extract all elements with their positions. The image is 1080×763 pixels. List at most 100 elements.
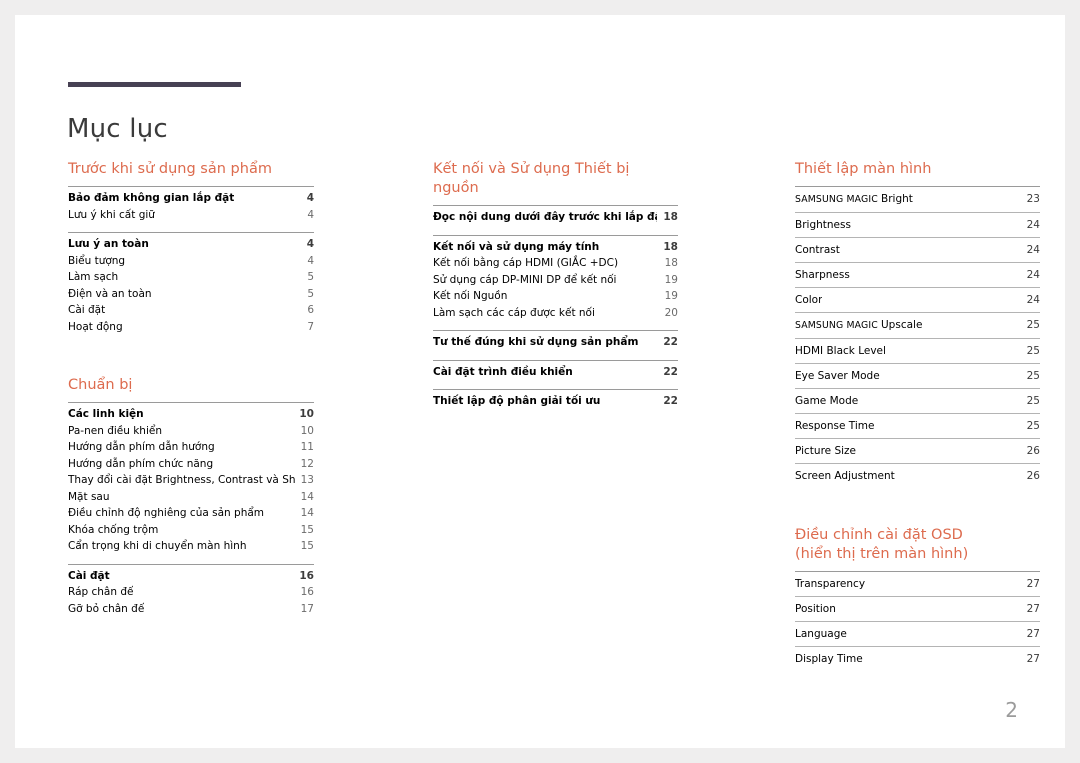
- toc-entry[interactable]: Sử dụng cáp DP-MINI DP để kết nối 19: [433, 272, 678, 289]
- toc-entry[interactable]: Mặt sau 14: [68, 489, 314, 506]
- toc-entry-page: 22: [663, 365, 678, 378]
- toc-entry-page: 12: [300, 457, 314, 470]
- toc-entry-page: 4: [306, 238, 314, 250]
- section-entries: Bảo đảm không gian lắp đặt 4 Lưu ý khi cất…: [68, 186, 314, 338]
- toc-entry-title: Tư thế đúng khi sử dụng sản phẩm: [433, 336, 639, 348]
- toc-entry[interactable]: Lưu ý an toàn 4: [68, 236, 314, 253]
- toc-entry[interactable]: Brightness 24: [795, 212, 1040, 237]
- toc-entry[interactable]: Contrast 24: [795, 237, 1040, 262]
- toc-entry-page: 27: [1026, 578, 1040, 590]
- toc-entry[interactable]: Hướng dẫn phím dẫn hướng 11: [68, 439, 314, 456]
- toc-entry-title: Mặt sau: [68, 490, 110, 503]
- toc-entry-page: 14: [300, 490, 314, 503]
- section-heading: Trước khi sử dụng sản phẩm: [68, 161, 272, 177]
- toc-entry-title: Brightness: [795, 219, 851, 231]
- toc-entry-title: Sử dụng cáp DP-MINI DP để kết nối: [433, 273, 617, 286]
- section-heading: Kết nối và Sử dụng Thiết bị nguồn: [433, 161, 630, 196]
- section-entries: Transparency 27 Position 27 Language 27 Displa…: [795, 571, 1040, 671]
- entry-group: Các linh kiện 10 Pa-nen điều khiển 10 Hướng …: [68, 402, 314, 558]
- toc-entry[interactable]: SAMSUNG MAGIC Upscale 25: [795, 312, 1040, 338]
- toc-entry[interactable]: Pa-nen điều khiển 10: [68, 423, 314, 440]
- toc-section: Chuẩn bị Các linh kiện 10 Pa-nen điều khiển…: [68, 376, 314, 620]
- toc-entry[interactable]: Làm sạch 5: [68, 269, 314, 286]
- toc-entry-title: Contrast: [795, 244, 840, 256]
- toc-entry[interactable]: Bảo đảm không gian lắp đặt 4: [68, 190, 314, 207]
- toc-entry-title: Ráp chân đế: [68, 586, 134, 598]
- toc-entry-page: 25: [1026, 420, 1040, 432]
- toc-entry[interactable]: Gỡ bỏ chân đế 17: [68, 601, 314, 618]
- toc-entry[interactable]: Color 24: [795, 287, 1040, 312]
- toc-entry[interactable]: Sharpness 24: [795, 262, 1040, 287]
- toc-entry-title: Làm sạch các cáp được kết nối: [433, 306, 595, 319]
- toc-column-2: Kết nối và Sử dụng Thiết bị nguồn Đọc nội…: [433, 160, 678, 413]
- toc-entry[interactable]: Screen Adjustment 26: [795, 463, 1040, 488]
- entry-group: Transparency 27 Position 27 Language 27 Displa…: [795, 571, 1040, 671]
- toc-entry[interactable]: Điều chỉnh độ nghiêng của sản phẩm 14: [68, 505, 314, 522]
- toc-entry[interactable]: Transparency 27: [795, 571, 1040, 596]
- entry-group: Cài đặt 16 Ráp chân đế 16 Gỡ bỏ chân đế 17: [68, 563, 314, 621]
- toc-entry[interactable]: Display Time 27: [795, 646, 1040, 671]
- toc-entry[interactable]: Kết nối bằng cáp HDMI (GIẮC +DC) 18: [433, 255, 678, 272]
- toc-entry-page: 26: [1026, 445, 1040, 457]
- toc-entry-page: 13: [300, 474, 314, 486]
- toc-entry-page: 14: [300, 507, 314, 519]
- toc-entry-page: 27: [1026, 603, 1040, 615]
- toc-entry[interactable]: SAMSUNG MAGIC Bright 23: [795, 186, 1040, 212]
- entry-group: Thiết lập độ phân giải tối ưu 22: [433, 389, 678, 413]
- toc-entry[interactable]: Làm sạch các cáp được kết nối 20: [433, 305, 678, 322]
- toc-entry-page: 18: [664, 257, 678, 269]
- toc-entry-page: 23: [1026, 193, 1040, 205]
- toc-entry[interactable]: Kết nối Nguồn 19: [433, 288, 678, 305]
- toc-entry[interactable]: Position 27: [795, 596, 1040, 621]
- toc-entry[interactable]: Hướng dẫn phím chức năng 12: [68, 456, 314, 473]
- section-entries: SAMSUNG MAGIC Bright 23 Brightness 24 Contra…: [795, 186, 1040, 488]
- toc-entry[interactable]: Thay đổi cài đặt Brightness, Contrast và…: [68, 472, 314, 489]
- toc-entry[interactable]: Response Time 25: [795, 413, 1040, 438]
- toc-entry-page: 17: [300, 602, 314, 615]
- toc-entry-title: Hướng dẫn phím chức năng: [68, 457, 214, 470]
- toc-entry-title: Biểu tượng: [68, 254, 126, 267]
- document-page: Mục lục Trước khi sử dụng sản phẩm Bảo đả…: [15, 15, 1065, 748]
- toc-entry[interactable]: Cài đặt 6: [68, 302, 314, 319]
- toc-entry-page: 18: [663, 211, 678, 223]
- toc-entry-title: Response Time: [795, 420, 875, 432]
- toc-entry-page: 4: [307, 208, 314, 221]
- toc-entry-title: Bảo đảm không gian lắp đặt: [68, 192, 235, 204]
- toc-entry[interactable]: Điện và an toàn 5: [68, 286, 314, 303]
- toc-entry[interactable]: Cài đặt trình điều khiển 22: [433, 364, 678, 381]
- toc-entry-page: 5: [307, 271, 314, 283]
- toc-entry-page: 20: [664, 306, 678, 319]
- toc-entry-page: 4: [306, 192, 314, 204]
- toc-entry[interactable]: Picture Size 26: [795, 438, 1040, 463]
- toc-entry-title: SAMSUNG MAGIC Upscale: [795, 318, 922, 333]
- toc-entry[interactable]: HDMI Black Level 25: [795, 338, 1040, 363]
- toc-entry[interactable]: Cài đặt 16: [68, 568, 314, 585]
- toc-entry[interactable]: Hoạt động 7: [68, 319, 314, 336]
- toc-entry-title: Điều chỉnh độ nghiêng của sản phẩm: [68, 507, 265, 519]
- section-entries: Đọc nội dung dưới đây trước khi lắp đặt …: [433, 205, 678, 413]
- toc-entry[interactable]: Eye Saver Mode 25: [795, 363, 1040, 388]
- toc-section: Thiết lập màn hình SAMSUNG MAGIC Bright 23…: [795, 160, 1040, 488]
- toc-entry[interactable]: Language 27: [795, 621, 1040, 646]
- toc-entry[interactable]: Biểu tượng 4: [68, 253, 314, 270]
- toc-entry[interactable]: Thiết lập độ phân giải tối ưu 22: [433, 393, 678, 410]
- toc-column-1: Trước khi sử dụng sản phẩm Bảo đảm không …: [68, 160, 314, 620]
- toc-entry[interactable]: Kết nối và sử dụng máy tính 18: [433, 239, 678, 256]
- toc-entry-title: Cẩn trọng khi di chuyển màn hình: [68, 540, 247, 552]
- toc-entry[interactable]: Cẩn trọng khi di chuyển màn hình 15: [68, 538, 314, 555]
- toc-entry[interactable]: Đọc nội dung dưới đây trước khi lắp đặt …: [433, 209, 678, 226]
- toc-entry-title: Language: [795, 628, 847, 640]
- toc-entry-title-rest: Upscale: [881, 319, 923, 331]
- toc-entry[interactable]: Các linh kiện 10: [68, 406, 314, 423]
- brand-smallcaps: SAMSUNG MAGIC: [795, 194, 881, 205]
- toc-entry[interactable]: Tư thế đúng khi sử dụng sản phẩm 22: [433, 334, 678, 351]
- toc-entry[interactable]: Ráp chân đế 16: [68, 584, 314, 601]
- toc-entry[interactable]: Khóa chống trộm 15: [68, 522, 314, 539]
- toc-entry-page: 27: [1026, 653, 1040, 665]
- toc-entry[interactable]: Game Mode 25: [795, 388, 1040, 413]
- toc-entry-title: Gỡ bỏ chân đế: [68, 602, 145, 615]
- toc-entry-title: Position: [795, 603, 836, 615]
- toc-entry[interactable]: Lưu ý khi cất giữ 4: [68, 207, 314, 224]
